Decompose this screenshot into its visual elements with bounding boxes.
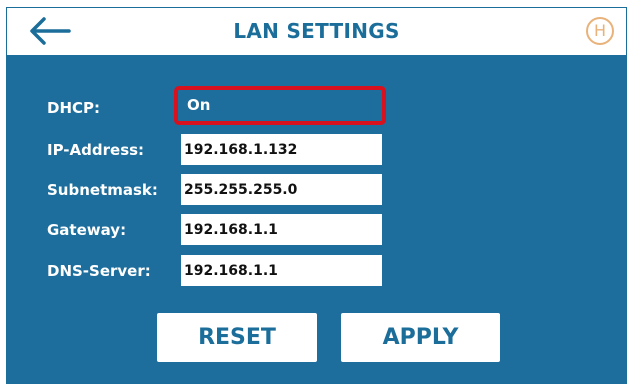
home-icon[interactable]: H <box>586 17 614 45</box>
dns-server-label: DNS-Server: <box>47 262 151 280</box>
gateway-label: Gateway: <box>47 221 127 239</box>
ip-address-input[interactable] <box>181 134 382 165</box>
apply-button[interactable]: APPLY <box>341 313 500 362</box>
ip-address-row: IP-Address: <box>7 133 626 167</box>
header-bar: LAN SETTINGS H <box>7 8 626 55</box>
dhcp-label: DHCP: <box>47 99 101 117</box>
dhcp-row: DHCP: On <box>7 86 626 125</box>
settings-panel: DHCP: On IP-Address: Subnetmask: Gateway… <box>7 55 626 383</box>
dhcp-value: On <box>187 96 211 114</box>
subnet-mask-input[interactable] <box>181 174 382 205</box>
dhcp-toggle[interactable]: On <box>174 86 386 125</box>
subnet-mask-row: Subnetmask: <box>7 173 626 207</box>
dns-server-row: DNS-Server: <box>7 254 626 288</box>
subnet-mask-label: Subnetmask: <box>47 181 158 199</box>
page-title: LAN SETTINGS <box>233 19 400 43</box>
gateway-row: Gateway: <box>7 213 626 247</box>
ip-address-label: IP-Address: <box>47 141 145 159</box>
dns-server-input[interactable] <box>181 255 382 286</box>
gateway-input[interactable] <box>181 214 382 245</box>
lan-settings-window: LAN SETTINGS H DHCP: On IP-Address: Subn… <box>6 7 627 384</box>
reset-button[interactable]: RESET <box>157 313 317 362</box>
